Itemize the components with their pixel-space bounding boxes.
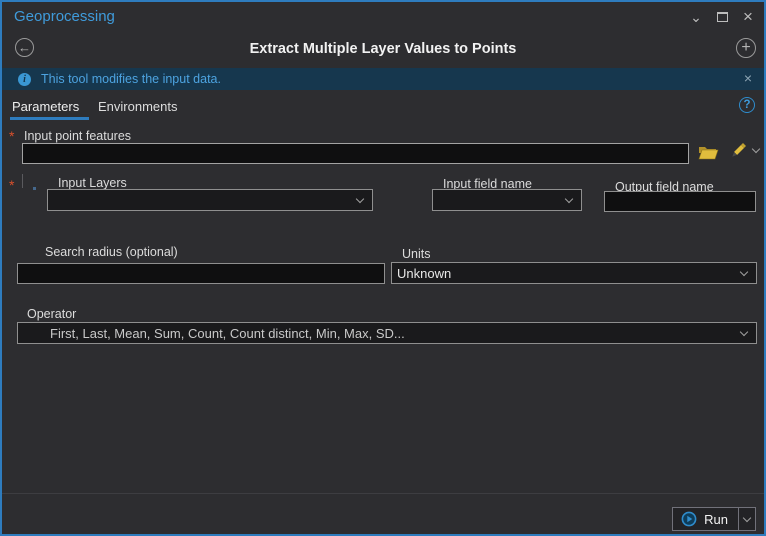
input-point-features-label: Input point features — [24, 129, 132, 143]
folder-icon — [698, 147, 719, 160]
search-radius-field[interactable] — [17, 263, 385, 284]
chevron-down-icon — [564, 194, 574, 203]
maximize-icon[interactable] — [712, 7, 732, 27]
units-label: Units — [402, 247, 431, 261]
message-text: This tool modifies the input data. — [41, 72, 221, 86]
required-marker: * — [9, 128, 15, 144]
input-layers-label: Input Layers — [58, 176, 127, 190]
geoprocessing-pane: Geoprocessing ⌄ × ← Extract Multiple Lay… — [0, 0, 766, 536]
maximize-glyph — [716, 12, 728, 22]
pane-title: Geoprocessing — [14, 8, 115, 25]
chevron-down-icon — [742, 513, 752, 523]
footer-divider — [2, 493, 764, 494]
active-tab-underline — [10, 117, 89, 120]
chevron-down-icon — [739, 267, 749, 276]
row-marker-dot — [33, 187, 36, 190]
tab-strip: Parameters Environments ? — [2, 94, 764, 122]
input-layers-dropdown[interactable] — [47, 189, 373, 211]
run-play-icon — [681, 511, 697, 527]
add-to-model-button[interactable]: + — [736, 38, 756, 58]
input-point-features-field[interactable] — [22, 143, 689, 164]
input-field-name-dropdown[interactable] — [432, 189, 582, 211]
pane-title-bar: Geoprocessing ⌄ × — [2, 2, 764, 34]
close-icon[interactable]: × — [738, 7, 758, 27]
search-radius-label: Search radius (optional) — [45, 245, 178, 259]
message-close-icon[interactable]: × — [744, 70, 752, 86]
output-field-name-field[interactable] — [604, 191, 756, 212]
run-button-group: Run — [672, 507, 756, 531]
units-value: Unknown — [397, 265, 452, 281]
operator-label: Operator — [27, 307, 77, 321]
edit-dropdown-chevron-icon — [751, 144, 761, 154]
window-controls: ⌄ × — [686, 7, 758, 27]
tool-header: ← Extract Multiple Layer Values to Point… — [2, 34, 764, 66]
message-bar: i This tool modifies the input data. × — [2, 68, 764, 90]
collapse-pane-icon[interactable]: ⌄ — [686, 7, 706, 27]
operator-value: First, Last, Mean, Sum, Count, Count dis… — [50, 325, 405, 341]
tab-environments[interactable]: Environments — [98, 99, 177, 114]
run-button[interactable]: Run — [673, 508, 738, 530]
tool-title: Extract Multiple Layer Values to Points — [249, 41, 517, 57]
info-icon: i — [18, 72, 31, 86]
pencil-icon — [732, 143, 746, 157]
run-button-label: Run — [704, 511, 728, 527]
chevron-down-icon — [355, 194, 365, 203]
units-dropdown[interactable]: Unknown — [391, 262, 757, 284]
help-icon[interactable]: ? — [739, 97, 755, 113]
edit-expression-button[interactable] — [728, 141, 763, 160]
tab-parameters[interactable]: Parameters — [12, 99, 79, 114]
browse-button[interactable] — [698, 144, 719, 161]
run-options-button[interactable] — [738, 508, 755, 530]
plus-icon: + — [741, 39, 751, 56]
chevron-down-icon — [739, 327, 749, 336]
row-divider — [22, 174, 23, 188]
required-marker: * — [9, 177, 15, 193]
operator-dropdown[interactable]: First, Last, Mean, Sum, Count, Count dis… — [17, 322, 757, 344]
